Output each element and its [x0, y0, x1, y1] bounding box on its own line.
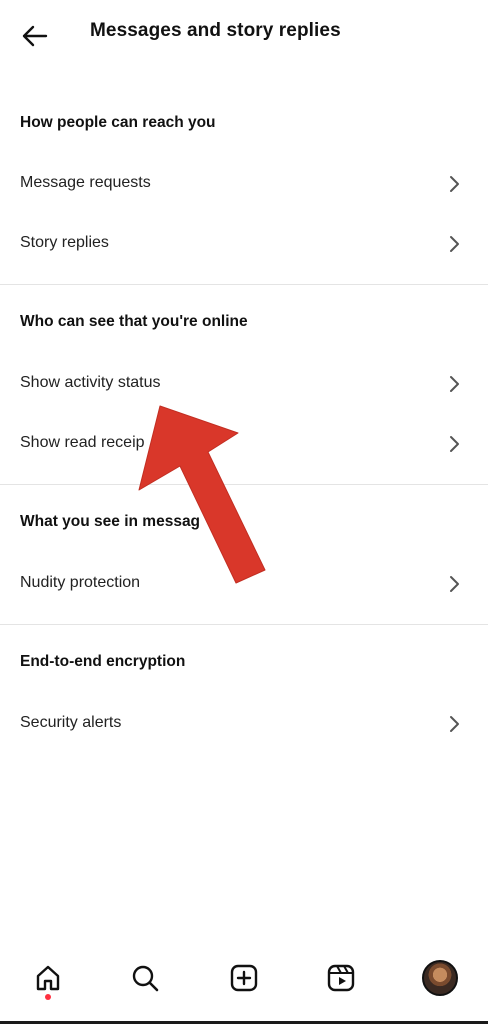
section-divider [0, 484, 488, 485]
row-show-read-receipts[interactable]: Show read receip [0, 416, 488, 472]
row-label: Show activity status [20, 374, 161, 391]
row-show-activity-status[interactable]: Show activity status [0, 356, 488, 412]
profile-avatar [422, 960, 458, 996]
chevron-right-icon [450, 376, 459, 392]
arrow-left-icon [22, 25, 48, 47]
row-label: Security alerts [20, 714, 122, 731]
reels-icon [327, 964, 355, 992]
row-message-requests[interactable]: Message requests [0, 156, 488, 212]
search-icon [132, 965, 159, 992]
row-security-alerts[interactable]: Security alerts [0, 696, 488, 752]
nav-search[interactable] [121, 954, 169, 1002]
nav-profile[interactable] [416, 954, 464, 1002]
row-story-replies[interactable]: Story replies [0, 216, 488, 272]
bottom-nav [0, 940, 488, 1024]
chevron-right-icon [450, 236, 459, 252]
nav-reels[interactable] [317, 954, 365, 1002]
back-button[interactable] [12, 16, 56, 56]
red-arrow-annotation [138, 405, 266, 584]
page-title: Messages and story replies [90, 20, 341, 41]
chevron-right-icon [450, 436, 459, 452]
row-label: Show read receip [20, 434, 145, 451]
row-label: Message requests [20, 174, 151, 191]
nav-create[interactable] [220, 954, 268, 1002]
row-label: Nudity protection [20, 574, 141, 591]
chevron-right-icon [450, 176, 459, 192]
row-label: Story replies [20, 234, 109, 251]
create-icon [230, 964, 258, 992]
section-heading-who-can-see-online: Who can see that you're online [20, 313, 248, 330]
section-divider [0, 624, 488, 625]
section-heading-how-people-reach: How people can reach you [20, 114, 216, 131]
section-divider [0, 284, 488, 285]
row-nudity-protection[interactable]: Nudity protection [0, 556, 488, 612]
chevron-right-icon [450, 576, 459, 592]
top-bar: Messages and story replies [0, 0, 488, 70]
chevron-right-icon [450, 716, 459, 732]
home-icon [36, 965, 60, 991]
nav-home[interactable] [24, 954, 72, 1002]
section-heading-what-you-see: What you see in messag [20, 513, 201, 530]
section-heading-e2e-encryption: End-to-end encryption [20, 653, 186, 670]
active-indicator-dot [45, 994, 51, 1000]
